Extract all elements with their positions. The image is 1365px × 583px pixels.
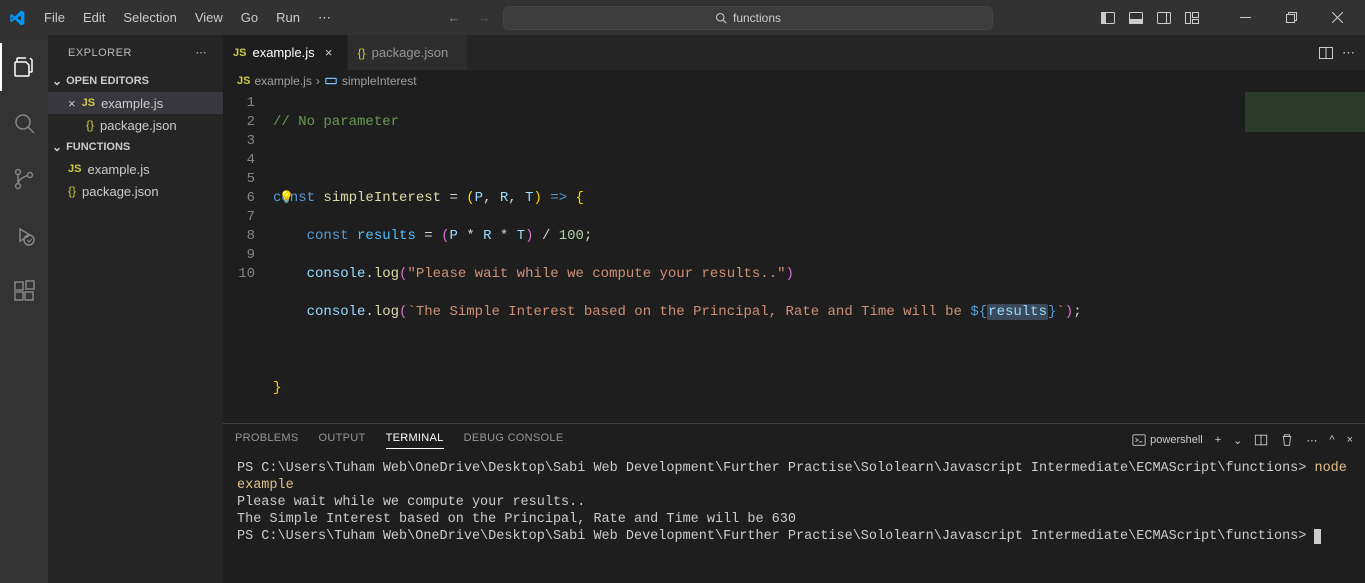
customize-layout-icon[interactable] bbox=[1181, 7, 1203, 29]
editor-group: JS example.js × {} package.json ⋯ JS exa… bbox=[223, 35, 1365, 583]
js-file-icon: JS bbox=[233, 47, 246, 59]
tab-label: package.json bbox=[372, 45, 449, 60]
tab-example-js[interactable]: JS example.js × bbox=[223, 35, 348, 70]
split-terminal-icon[interactable] bbox=[1254, 433, 1268, 447]
menu-overflow[interactable]: ⋯ bbox=[310, 6, 339, 30]
terminal-dropdown-icon[interactable]: ⌄ bbox=[1233, 434, 1242, 447]
new-terminal-button[interactable]: + bbox=[1215, 434, 1221, 446]
minimap[interactable] bbox=[1245, 92, 1365, 132]
menu-run[interactable]: Run bbox=[268, 6, 308, 29]
file-label: package.json bbox=[82, 184, 159, 199]
json-file-icon: {} bbox=[358, 46, 366, 60]
explorer-sidebar: EXPLORER ⋯ ⌄ OPEN EDITORS × JS example.j… bbox=[48, 35, 223, 583]
close-panel-icon[interactable]: × bbox=[1347, 434, 1353, 446]
file-label: example.js bbox=[87, 162, 149, 177]
window-minimize-button[interactable] bbox=[1225, 3, 1265, 33]
vscode-logo-icon bbox=[8, 9, 26, 27]
window-close-button[interactable] bbox=[1317, 3, 1357, 33]
more-actions-icon[interactable]: ⋯ bbox=[1342, 45, 1355, 61]
panel-tab-terminal[interactable]: TERMINAL bbox=[386, 432, 444, 449]
file-label: example.js bbox=[101, 96, 163, 111]
search-icon bbox=[715, 12, 727, 24]
symbol-variable-icon bbox=[324, 74, 338, 88]
panel-more-icon[interactable]: ⋯ bbox=[1306, 434, 1317, 447]
chevron-down-icon: ⌄ bbox=[52, 74, 62, 88]
command-center-search[interactable]: functions bbox=[503, 6, 993, 30]
nav-back-button[interactable]: ← bbox=[443, 7, 465, 29]
json-file-icon: {} bbox=[68, 184, 76, 198]
panel-tab-debug[interactable]: DEBUG CONSOLE bbox=[464, 432, 564, 448]
activity-bar bbox=[0, 35, 48, 583]
tree-file-package[interactable]: {} package.json bbox=[48, 180, 223, 202]
search-placeholder: functions bbox=[733, 11, 781, 25]
layout-panel-bottom-icon[interactable] bbox=[1125, 7, 1147, 29]
panel-tab-problems[interactable]: PROBLEMS bbox=[235, 432, 299, 448]
code-editor[interactable]: 12345678910 💡 // No parameter const simp… bbox=[223, 92, 1365, 423]
activity-debug[interactable] bbox=[0, 211, 48, 259]
js-file-icon: JS bbox=[82, 97, 95, 109]
js-file-icon: JS bbox=[68, 163, 81, 175]
bottom-panel: PROBLEMS OUTPUT TERMINAL DEBUG CONSOLE p… bbox=[223, 423, 1365, 583]
lightbulb-icon[interactable]: 💡 bbox=[279, 189, 294, 208]
tab-package-json[interactable]: {} package.json bbox=[348, 35, 468, 70]
chevron-down-icon: ⌄ bbox=[52, 140, 62, 154]
activity-extensions[interactable] bbox=[0, 267, 48, 315]
nav-forward-button[interactable]: → bbox=[473, 7, 495, 29]
terminal[interactable]: PS C:\Users\Tuham Web\OneDrive\Desktop\S… bbox=[223, 456, 1365, 583]
breadcrumb-symbol[interactable]: simpleInterest bbox=[342, 74, 417, 88]
terminal-cursor bbox=[1314, 529, 1321, 544]
menu-view[interactable]: View bbox=[187, 6, 231, 29]
code-content[interactable]: // No parameter const simpleInterest = (… bbox=[273, 92, 1082, 423]
tree-file-example[interactable]: JS example.js bbox=[48, 158, 223, 180]
panel-tab-output[interactable]: OUTPUT bbox=[319, 432, 366, 448]
line-numbers: 12345678910 bbox=[223, 92, 273, 423]
tab-label: example.js bbox=[252, 45, 314, 60]
maximize-panel-icon[interactable]: ^ bbox=[1329, 434, 1334, 446]
layout-sidebar-right-icon[interactable] bbox=[1153, 7, 1175, 29]
activity-explorer[interactable] bbox=[0, 43, 48, 91]
open-editor-example[interactable]: × JS example.js bbox=[48, 92, 223, 114]
close-icon[interactable]: × bbox=[321, 45, 337, 61]
menu-go[interactable]: Go bbox=[233, 6, 266, 29]
json-file-icon: {} bbox=[86, 118, 94, 132]
folder-section[interactable]: ⌄ FUNCTIONS bbox=[48, 136, 223, 158]
split-editor-icon[interactable] bbox=[1318, 45, 1334, 61]
activity-source-control[interactable] bbox=[0, 155, 48, 203]
menu-file[interactable]: File bbox=[36, 6, 73, 29]
window-maximize-button[interactable] bbox=[1271, 3, 1311, 33]
js-file-icon: JS bbox=[237, 75, 250, 87]
kill-terminal-icon[interactable] bbox=[1280, 433, 1294, 447]
tab-bar: JS example.js × {} package.json ⋯ bbox=[223, 35, 1365, 70]
explorer-more-icon[interactable]: ⋯ bbox=[196, 46, 208, 59]
explorer-title: EXPLORER bbox=[68, 47, 132, 59]
open-editor-package[interactable]: {} package.json bbox=[48, 114, 223, 136]
breadcrumb-file[interactable]: example.js bbox=[254, 74, 311, 88]
close-icon[interactable]: × bbox=[68, 96, 76, 111]
activity-search[interactable] bbox=[0, 99, 48, 147]
terminal-profile[interactable]: powershell bbox=[1132, 433, 1203, 447]
menu-edit[interactable]: Edit bbox=[75, 6, 113, 29]
layout-sidebar-left-icon[interactable] bbox=[1097, 7, 1119, 29]
breadcrumb[interactable]: JS example.js › simpleInterest bbox=[223, 70, 1365, 92]
chevron-right-icon: › bbox=[316, 74, 320, 88]
title-bar: File Edit Selection View Go Run ⋯ ← → fu… bbox=[0, 0, 1365, 35]
open-editors-section[interactable]: ⌄ OPEN EDITORS bbox=[48, 70, 223, 92]
file-label: package.json bbox=[100, 118, 177, 133]
menu-selection[interactable]: Selection bbox=[115, 6, 184, 29]
